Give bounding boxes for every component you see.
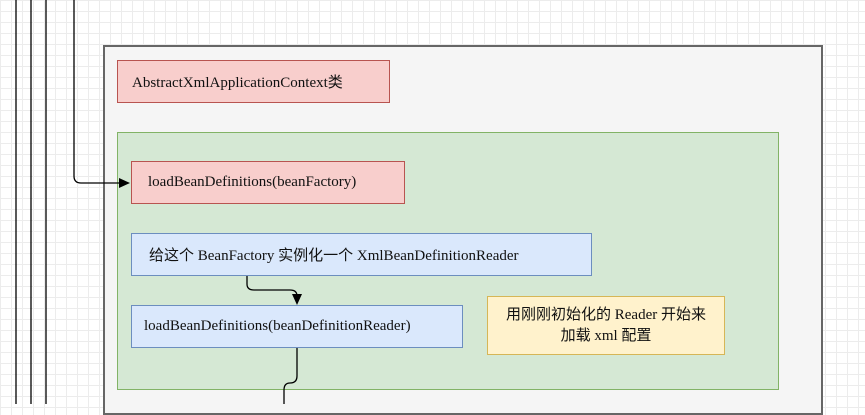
note-box[interactable]: 用刚刚初始化的 Reader 开始来 加载 xml 配置 — [487, 296, 725, 355]
create-reader-box[interactable]: 给这个 BeanFactory 实例化一个 XmlBeanDefinitionR… — [131, 233, 592, 276]
create-reader-label: 给这个 BeanFactory 实例化一个 XmlBeanDefinitionR… — [149, 248, 519, 264]
load-bean-definitions-box[interactable]: loadBeanDefinitions(beanFactory) — [131, 161, 405, 204]
note-line-2: 加载 xml 配置 — [560, 327, 652, 344]
load-with-reader-label: loadBeanDefinitions(beanDefinitionReader… — [144, 318, 411, 334]
class-title-label: AbstractXmlApplicationContext类 — [132, 75, 343, 91]
load-bean-definitions-label: loadBeanDefinitions(beanFactory) — [148, 174, 357, 190]
load-with-reader-box[interactable]: loadBeanDefinitions(beanDefinitionReader… — [131, 305, 463, 348]
class-title-box[interactable]: AbstractXmlApplicationContext类 — [117, 60, 390, 103]
note-line-1: 用刚刚初始化的 Reader 开始来 — [506, 306, 706, 323]
